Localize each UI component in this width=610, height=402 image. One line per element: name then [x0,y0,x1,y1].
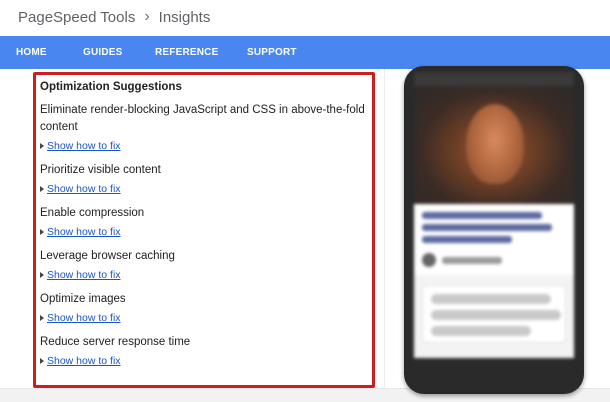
suggestion-item: Reduce server response time Show how to … [40,334,372,367]
optimization-suggestions-panel: Optimization Suggestions Eliminate rende… [33,72,375,388]
preview-box-line [431,310,561,320]
suggestion-title: Reduce server response time [40,336,191,348]
nav-home[interactable]: HOME [16,47,47,58]
show-how-to-fix-link[interactable]: Show how to fix [47,312,121,324]
avatar [422,253,436,267]
preview-box-line [431,326,531,336]
suggestion-item: Leverage browser caching Show how to fix [40,248,372,281]
suggestion-title: Prioritize visible content [40,164,161,176]
show-how-to-fix-link[interactable]: Show how to fix [47,140,121,152]
show-how-to-fix-toggle[interactable]: Show how to fix [40,140,372,152]
phone-bottom-bezel [404,360,584,394]
preview-headline-line [422,224,552,231]
show-how-to-fix-toggle[interactable]: Show how to fix [40,312,372,324]
suggestion-item: Optimize images Show how to fix [40,291,372,324]
preview-box-line [431,294,551,304]
suggestion-item: Eliminate render-blocking JavaScript and… [40,102,372,152]
preview-article-card [414,204,574,275]
suggestions-title: Optimization Suggestions [40,81,182,93]
show-how-to-fix-link[interactable]: Show how to fix [47,183,121,195]
show-how-to-fix-link[interactable]: Show how to fix [47,226,121,238]
breadcrumb: PageSpeed Tools › Insights [18,8,210,26]
caret-right-icon [40,272,44,278]
suggestion-title: Leverage browser caching [40,250,175,262]
show-how-to-fix-toggle[interactable]: Show how to fix [40,183,372,195]
preview-author [422,253,566,267]
caret-right-icon [40,143,44,149]
suggestion-title: Eliminate render-blocking JavaScript and… [40,104,365,133]
caret-right-icon [40,358,44,364]
suggestion-item: Prioritize visible content Show how to f… [40,162,372,195]
suggestion-item: Enable compression Show how to fix [40,205,372,238]
nav-support[interactable]: SUPPORT [247,47,297,58]
preview-status-bar [414,72,574,86]
caret-right-icon [40,315,44,321]
preview-box [422,285,566,343]
caret-right-icon [40,229,44,235]
show-how-to-fix-toggle[interactable]: Show how to fix [40,226,372,238]
mobile-preview-screen [414,72,574,358]
show-how-to-fix-link[interactable]: Show how to fix [47,355,121,367]
preview-hero-image [414,86,574,204]
suggestion-title: Enable compression [40,207,145,219]
mobile-preview-phone [404,66,584,394]
preview-headline-line [422,212,542,219]
nav-guides[interactable]: GUIDES [83,47,123,58]
preview-author-line [442,256,502,264]
show-how-to-fix-link[interactable]: Show how to fix [47,269,121,281]
main-nav: HOME GUIDES REFERENCE SUPPORT [0,36,610,69]
nav-reference[interactable]: REFERENCE [155,47,218,58]
preview-headline-line [422,236,512,243]
breadcrumb-section[interactable]: Insights [159,9,211,26]
suggestion-title: Optimize images [40,293,126,305]
show-how-to-fix-toggle[interactable]: Show how to fix [40,269,372,281]
preview-portrait [466,104,524,184]
column-divider [384,69,385,402]
caret-right-icon [40,186,44,192]
top-header: PageSpeed Tools › Insights [0,0,610,36]
chevron-right-icon: › [144,8,150,25]
breadcrumb-brand[interactable]: PageSpeed Tools [18,9,135,26]
show-how-to-fix-toggle[interactable]: Show how to fix [40,355,372,367]
